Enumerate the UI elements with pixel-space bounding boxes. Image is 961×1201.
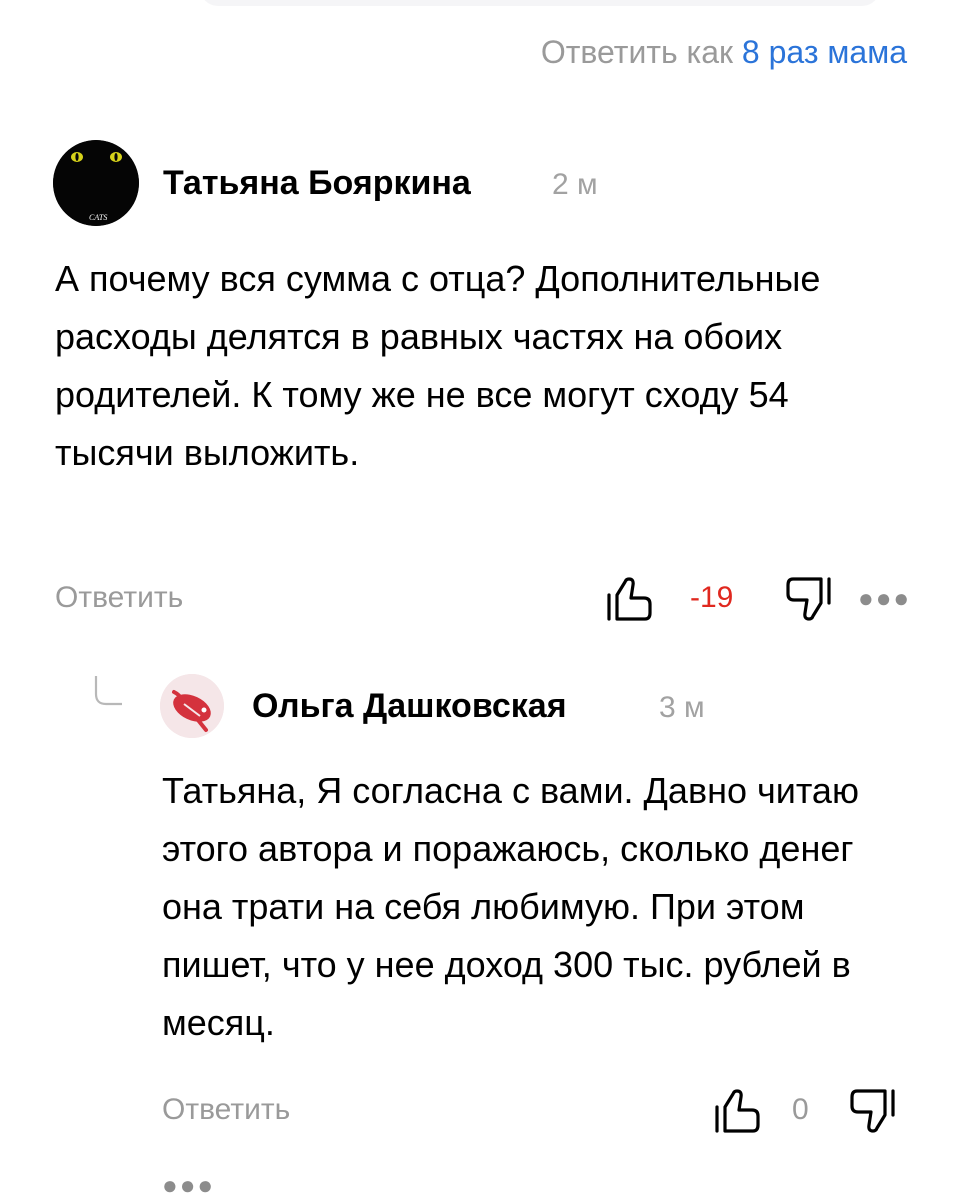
- more-options-icon[interactable]: ●●●: [162, 1170, 215, 1201]
- comment-author[interactable]: Ольга Дашковская: [252, 687, 567, 726]
- comment-input-edge[interactable]: [200, 0, 880, 6]
- comment-time: 2 м: [552, 168, 598, 201]
- reply-as-line: Ответить как 8 раз мама: [541, 34, 907, 71]
- thumbs-up-icon[interactable]: [712, 1088, 768, 1134]
- more-options-icon[interactable]: ●●●: [858, 583, 911, 614]
- comment-score: 0: [792, 1093, 809, 1126]
- avatar[interactable]: [160, 674, 224, 738]
- comment-time: 3 м: [659, 691, 705, 724]
- comment-text: Татьяна, Я согласна с вами. Давно читаю …: [162, 770, 859, 1043]
- comment-author[interactable]: Татьяна Бояркина: [163, 164, 471, 203]
- thumbs-up-icon[interactable]: [604, 576, 660, 622]
- fish-logo-avatar-image: [160, 674, 224, 738]
- cat-eyes-avatar-image: CATS: [53, 140, 139, 226]
- reply-as-prefix: Ответить как: [540, 34, 734, 70]
- avatar[interactable]: CATS: [53, 140, 139, 226]
- thumbs-down-icon[interactable]: [842, 1088, 898, 1134]
- avatar-caption: CATS: [89, 213, 107, 222]
- reply-thread-line-icon: [92, 674, 126, 708]
- reply-as-name-link[interactable]: 8 раз мама: [742, 34, 907, 70]
- comment-text: А почему вся сумма с отца? Дополнительны…: [55, 258, 821, 473]
- reply-button[interactable]: Ответить: [55, 581, 183, 615]
- reply-button[interactable]: Ответить: [162, 1093, 290, 1127]
- thumbs-down-icon[interactable]: [778, 576, 834, 622]
- comment-score: -19: [690, 581, 734, 614]
